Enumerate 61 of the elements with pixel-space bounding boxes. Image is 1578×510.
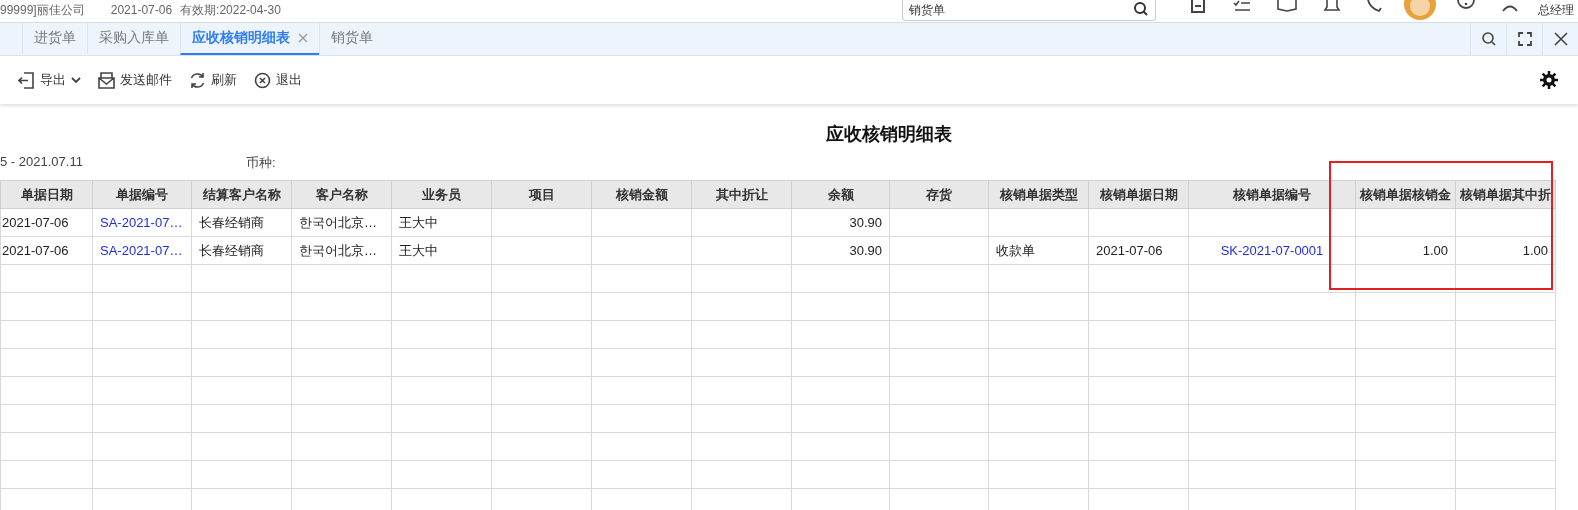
column-header: 项目 (491, 180, 592, 209)
column-header: 核销单据日期 (1088, 180, 1189, 209)
checklist-icon[interactable] (1233, 0, 1251, 12)
toolbar-button[interactable]: 刷新 (189, 71, 237, 89)
toolbar-button[interactable]: 退出 (254, 71, 302, 89)
mail-icon (98, 71, 115, 89)
document-link[interactable]: SK-2021-07-0001 (1188, 236, 1356, 265)
store-icon[interactable] (1189, 0, 1207, 14)
user-name[interactable]: 总经理 (1538, 3, 1574, 17)
table-cell: 1.00 (1455, 236, 1556, 265)
table-cell: 한국어北京… (291, 236, 392, 265)
toolbar-button[interactable]: 发送邮件 (98, 71, 172, 89)
tab[interactable]: 采购入库单 (87, 23, 180, 55)
search-icon[interactable] (1480, 31, 1497, 47)
column-header: 存货 (889, 180, 989, 209)
document-link[interactable]: SA-2021-07… (92, 208, 192, 237)
column-header: 核销单据其中折 (1455, 180, 1556, 209)
caret-icon (71, 76, 81, 84)
column-header: 客户名称 (291, 180, 392, 209)
help-icon[interactable] (1457, 0, 1475, 12)
table-cell: 30.90 (791, 208, 890, 237)
search-field[interactable]: 销货单 (902, 0, 1156, 21)
column-header: 业务员 (391, 180, 492, 209)
column-header: 单据日期 (0, 180, 93, 209)
table-cell: 王大中 (391, 208, 492, 237)
search-icon[interactable] (1133, 2, 1149, 18)
table-cell: 1.00 (1355, 236, 1456, 265)
close-icon[interactable] (1553, 32, 1568, 46)
toolbar-button[interactable]: 导出 (18, 71, 81, 89)
report-title: 应收核销明细表 (825, 123, 953, 146)
column-header: 核销金额 (591, 180, 692, 209)
tab[interactable]: 应收核销明细表 (180, 23, 319, 55)
date-range: 5 - 2021.07.11 (0, 154, 84, 171)
table-cell: 长春经销商 (191, 236, 292, 265)
table-cell: 收款单 (988, 236, 1089, 265)
table-cell: 30.90 (791, 236, 890, 265)
export-icon (18, 71, 35, 89)
table-cell: 2021-07-06 (0, 236, 93, 265)
table-cell: 2021-07-06 (0, 208, 93, 237)
cancel-icon (254, 71, 271, 89)
refresh-icon (189, 71, 206, 89)
tab[interactable]: 销货单 (319, 23, 384, 55)
table-cell: 2021-07-06 (1088, 236, 1189, 265)
company-name: 99999]丽佳公司 (0, 3, 85, 17)
validity-text: 有效期:2022-04-30 (180, 3, 281, 17)
column-header: 余额 (791, 180, 890, 209)
column-header: 核销单据核销金 (1355, 180, 1456, 209)
currency-label: 币种: (246, 154, 276, 172)
login-date: 2021-07-06 (110, 3, 173, 17)
table-cell: 한국어北京… (291, 208, 392, 237)
table-cell: 王大中 (391, 236, 492, 265)
column-header: 单据编号 (92, 180, 192, 209)
column-header: 其中折让 (691, 180, 792, 209)
table-cell: 长春经销商 (191, 208, 292, 237)
column-header: 结算客户名称 (191, 180, 292, 209)
document-link[interactable]: SA-2021-07… (92, 236, 192, 265)
fullscreen-icon[interactable] (1517, 32, 1532, 46)
column-header: 核销单据类型 (988, 180, 1089, 209)
settings-icon[interactable] (1539, 70, 1559, 90)
column-header: 核销单据编号 (1188, 180, 1356, 209)
tab[interactable]: 进货单 (22, 23, 87, 55)
